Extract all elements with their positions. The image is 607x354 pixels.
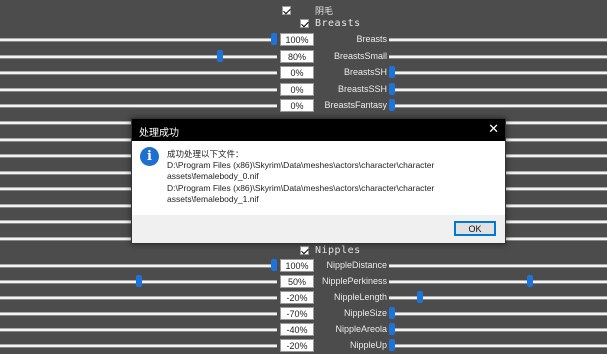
slider-track-left[interactable] [0,71,277,75]
slider-label: Breasts [356,34,387,44]
message-line: D:\Program Files (x86)\Skyrim\Data\meshe… [167,160,435,171]
success-dialog: 处理成功 ✕ i 成功处理以下文件： D:\Program Files (x86… [131,118,506,244]
slider-label: NippleAreola [335,324,387,334]
slider-thumb[interactable] [271,33,277,45]
category-label: Breasts [315,18,361,29]
slider-track-left[interactable] [0,54,277,59]
slider-label: BreastsFantasy [324,100,387,110]
ok-button[interactable]: OK [454,221,496,236]
category-label: Nipples [315,245,361,256]
slider-track-right[interactable] [389,104,607,108]
slider-track-left[interactable] [0,38,277,42]
slider-track-right[interactable] [389,87,607,92]
message-line: assets\femalebody_1.nif [167,193,259,204]
slider-row: 100% Breasts [0,32,607,48]
info-icon: i [140,147,159,166]
slider-thumb[interactable] [416,291,423,303]
category-breasts[interactable]: Breasts [300,16,361,31]
slider-value-input[interactable]: 0% [280,66,314,79]
slider-value-input[interactable]: 100% [280,33,314,46]
left-panel-title: ············· [96,0,148,5]
slider-track-right[interactable] [389,280,607,284]
slider-row: -20% NippleUp [0,338,607,354]
message-line: assets\femalebody_0.nif [167,171,259,182]
slider-label: BreastsSmall [333,50,387,61]
message-line: D:\Program Files (x86)\Skyrim\Data\meshe… [167,182,435,193]
right-panel-title: ············· [502,0,554,5]
slider-value-input[interactable]: -40% [280,323,314,336]
slider-label: NipplePerkiness [321,276,387,286]
slider-track-left[interactable] [0,328,277,332]
slider-row: 0% BreastsSSH [0,82,607,98]
slider-label: BreastsSH [343,67,387,77]
slider-row: -40% NippleAreola [0,322,607,338]
slider-value-input[interactable]: -20% [280,291,314,304]
slider-thumb[interactable] [389,307,395,319]
dialog-message: 成功处理以下文件： D:\Program Files (x86)\Skyrim\… [167,149,502,205]
category-checkbox[interactable] [300,246,309,255]
slider-label: NippleDistance [326,260,387,270]
slider-row: 80% BreastsSmall [0,49,607,65]
slider-track-left[interactable] [0,264,277,268]
dialog-content: i 成功处理以下文件： D:\Program Files (x86)\Skyri… [132,141,505,215]
slider-value-input[interactable]: 0% [280,82,314,96]
slider-thumb[interactable] [135,275,142,287]
category-checkbox[interactable] [282,6,291,15]
dialog-titlebar[interactable]: 处理成功 ✕ [132,119,505,141]
slider-label: BreastsSSH [337,83,387,94]
slider-value-input[interactable]: 80% [280,49,314,63]
slider-value-input[interactable]: -20% [280,339,314,352]
slider-row: 50% NipplePerkiness [0,274,607,290]
slider-thumb[interactable] [271,259,277,271]
slider-thumb[interactable] [389,99,395,111]
slider-track-left[interactable] [0,87,277,92]
dialog-title: 处理成功 [139,128,179,139]
slider-track-right[interactable] [389,328,607,332]
slider-value-input[interactable]: 0% [280,99,314,112]
slider-thumb[interactable] [216,49,223,62]
slider-track-right[interactable] [389,71,607,75]
slider-row: 100% NippleDistance [0,258,607,274]
slider-track-right[interactable] [389,344,607,348]
slider-thumb[interactable] [389,339,395,351]
slider-label: NippleUp [349,340,387,350]
slider-row: 0% BreastsSH [0,65,607,81]
message-line: 成功处理以下文件： [167,149,244,159]
slider-value-input[interactable]: 100% [280,259,314,272]
slider-label: NippleSize [343,308,387,318]
slider-track-left[interactable] [0,104,277,108]
slider-track-right[interactable] [389,264,607,268]
slider-row: -20% NippleLength [0,290,607,306]
slider-row: -70% NippleSize [0,306,607,322]
slider-track-right[interactable] [389,38,607,42]
slider-track-left[interactable] [0,296,277,300]
category-checkbox[interactable] [300,19,309,28]
slider-label: NippleLength [333,292,387,302]
slider-value-input[interactable]: -70% [280,307,314,320]
slider-track-left[interactable] [0,344,277,348]
slider-track-left[interactable] [0,312,277,316]
slider-track-right[interactable] [389,312,607,316]
slider-row: 0% BreastsFantasy [0,98,607,114]
slider-thumb[interactable] [526,275,533,287]
dialog-footer: OK [132,215,505,243]
category-nipples[interactable]: Nipples [300,243,361,258]
slider-track-right[interactable] [389,54,607,59]
slider-value-input[interactable]: 50% [280,275,314,288]
slider-thumb[interactable] [389,82,395,95]
slider-thumb[interactable] [389,66,395,78]
close-icon[interactable]: ✕ [488,121,499,137]
slider-thumb[interactable] [389,323,395,335]
